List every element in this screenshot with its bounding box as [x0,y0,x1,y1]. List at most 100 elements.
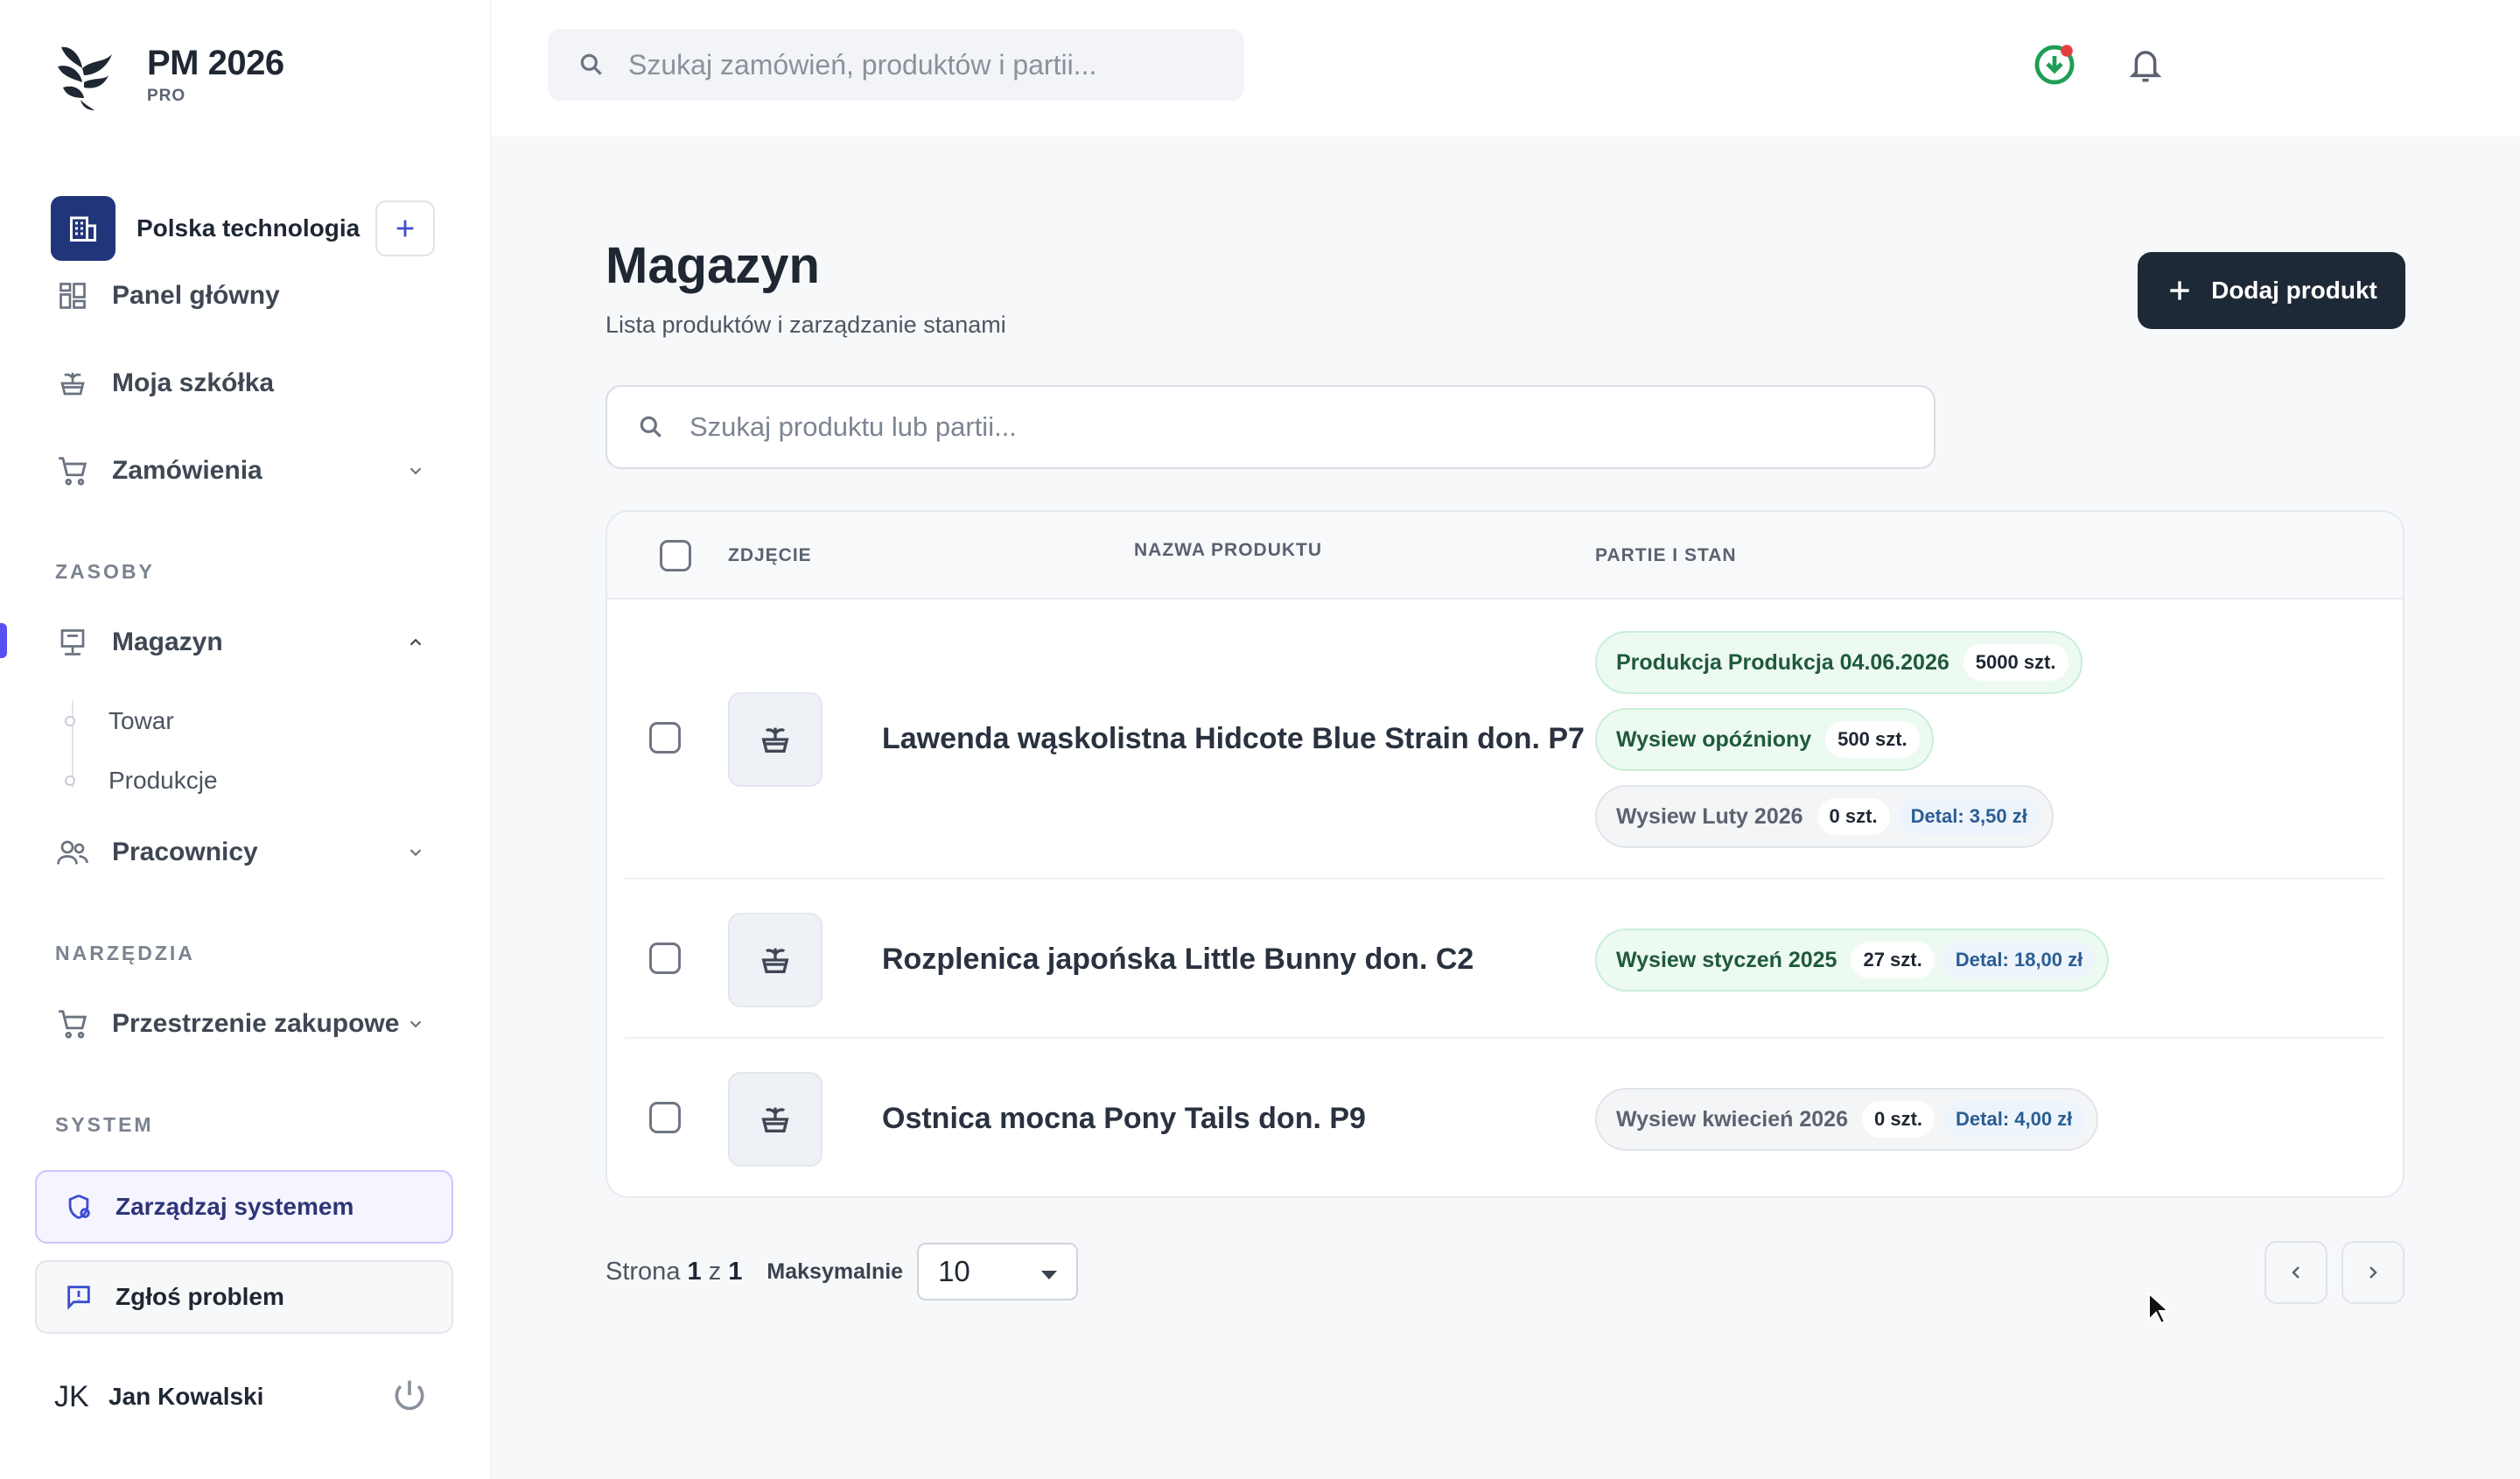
row-checkbox[interactable] [649,943,681,974]
chevron-left-icon [2292,1266,2300,1279]
chevron-right-icon [2370,1266,2377,1279]
batch-label: Wysiew opóźniony [1616,726,1812,752]
section-label-tools: NARZĘDZIA [55,942,195,964]
add-organization-button[interactable] [375,200,435,256]
product-search[interactable] [606,385,1936,469]
add-product-button[interactable]: Dodaj produkt [2138,252,2405,329]
sidebar-item-warehouse[interactable]: Magazyn [35,609,446,676]
row-checkbox[interactable] [649,1102,681,1133]
organization-name: Polska technologia [136,214,360,242]
table-row[interactable]: Ostnica mocna Pony Tails don. P9 Wysiew … [607,1039,2403,1196]
sidebar-item-label: Przestrzenie zakupowe [112,1009,400,1038]
page-size-value: 10 [938,1255,970,1287]
page-current: 1 [687,1257,702,1286]
manage-system-label: Zarządzaj systemem [116,1193,354,1220]
pagination: Strona 1 z 1 Maksymalnie 10 [606,1243,1079,1300]
logo-icon [58,46,112,110]
batch-label: Produkcja Produkcja 04.06.2026 [1616,649,1950,675]
select-all-checkbox[interactable] [660,540,691,571]
page-title: Magazyn [606,237,820,294]
sidebar-item-nursery[interactable]: Moja szkółka [35,350,446,417]
cart-icon [54,452,91,489]
batch-badge[interactable]: Produkcja Produkcja 04.06.2026 5000 szt. [1595,631,2082,694]
table-header: ZDJĘCIE NAZWA PRODUKTU PARTIE I STAN [607,512,2403,599]
sidebar-item-employees[interactable]: Pracownicy [35,819,446,886]
column-batches: PARTIE I STAN [1595,545,1737,565]
manage-system-button[interactable]: Zarządzaj systemem [35,1170,453,1244]
previous-page-button[interactable] [2264,1241,2328,1304]
batch-price: Detal: 3,50 zł [1898,798,2040,835]
page-prefix: Strona [606,1257,681,1286]
dashboard-icon [54,277,91,314]
batch-badge[interactable]: Wysiew styczeń 2025 27 szt. Detal: 18,00… [1595,929,2110,992]
brand[interactable]: PM 2026 PRO [54,35,284,114]
user-profile[interactable]: JK Jan Kowalski [54,1365,430,1428]
search-icon [580,53,602,75]
chevron-down-icon[interactable] [404,459,427,482]
avatar: JK [54,1379,89,1413]
chevron-down-icon[interactable] [404,1013,427,1035]
product-search-input[interactable] [690,411,1827,443]
sync-status-icon[interactable] [2028,39,2081,91]
plus-icon [396,220,414,237]
chevron-up-icon[interactable] [404,631,427,654]
page-total: 1 [728,1257,743,1286]
plant-pot-icon [728,1072,822,1167]
product-name[interactable]: Ostnica mocna Pony Tails don. P9 [882,1102,1366,1136]
sidebar-subitem-label: Produkcje [108,767,218,794]
report-problem-button[interactable]: Zgłoś problem [35,1260,453,1334]
page-of: z [708,1257,722,1286]
batch-badge[interactable]: Wysiew Luty 2026 0 szt. Detal: 3,50 zł [1595,785,2054,848]
batch-badge[interactable]: Wysiew kwiecień 2026 0 szt. Detal: 4,00 … [1595,1088,2099,1151]
submenu-dot-icon [65,775,75,786]
batch-price: Detal: 18,00 zł [1942,942,2096,978]
plus-icon [2166,277,2194,305]
sidebar-subitem-productions[interactable]: Produkcje [65,760,218,802]
batch-quantity: 27 szt. [1851,942,1935,978]
cart-icon [54,1006,91,1042]
product-name[interactable]: Lawenda wąskolistna Hidcote Blue Strain … [882,722,1585,756]
product-name[interactable]: Rozplenica japońska Little Bunny don. C2 [882,943,1474,977]
page-size-label: Maksymalnie [766,1258,904,1284]
batch-quantity: 0 szt. [1816,798,1890,835]
sidebar-item-label: Pracownicy [112,838,258,866]
page-subtitle: Lista produktów i zarządzanie stanami [606,312,1006,338]
add-product-label: Dodaj produkt [2211,277,2377,304]
sidebar-item-orders[interactable]: Zamówienia [35,438,446,504]
report-problem-label: Zgłoś problem [116,1283,284,1310]
plant-pot-icon [728,913,822,1007]
active-indicator [0,623,7,658]
sidebar-item-label: Magazyn [112,627,223,656]
sidebar-item-label: Panel główny [112,281,280,310]
sidebar-item-label: Moja szkółka [112,368,275,397]
mouse-cursor-icon [2148,1292,2170,1325]
section-label-resources: ZASOBY [55,560,155,583]
products-table: ZDJĘCIE NAZWA PRODUKTU PARTIE I STAN Law… [606,510,2404,1198]
next-page-button[interactable] [2342,1241,2404,1304]
warehouse-icon [54,624,91,661]
global-search-input[interactable] [628,48,1206,81]
brand-name: PM 2026 [147,43,284,82]
page-indicator: Strona 1 z 1 [606,1258,742,1286]
topbar [492,0,2520,137]
sidebar-item-label: Zamówienia [112,456,262,485]
chevron-down-icon[interactable] [404,841,427,864]
page-size-select[interactable]: 10 [917,1243,1079,1300]
power-icon[interactable] [388,1376,430,1418]
batch-badge[interactable]: Wysiew opóźniony 500 szt. [1595,708,1934,771]
search-icon [640,416,662,438]
sidebar-item-dashboard[interactable]: Panel główny [35,263,446,329]
global-search[interactable] [548,29,1244,101]
sidebar-subitem-goods[interactable]: Towar [65,700,174,742]
table-row[interactable]: Lawenda wąskolistna Hidcote Blue Strain … [607,599,2403,878]
batch-label: Wysiew Luty 2026 [1616,803,1803,829]
building-icon [51,196,116,261]
sidebar-item-purchasing[interactable]: Przestrzenie zakupowe [35,991,446,1057]
table-row[interactable]: Rozplenica japońska Little Bunny don. C2… [607,880,2403,1037]
shield-settings-icon [61,1189,96,1224]
bell-icon[interactable] [2119,39,2172,91]
section-label-system: SYSTEM [55,1113,154,1136]
row-checkbox[interactable] [649,722,681,754]
plant-pot-icon [728,692,822,787]
user-name: Jan Kowalski [108,1383,264,1410]
